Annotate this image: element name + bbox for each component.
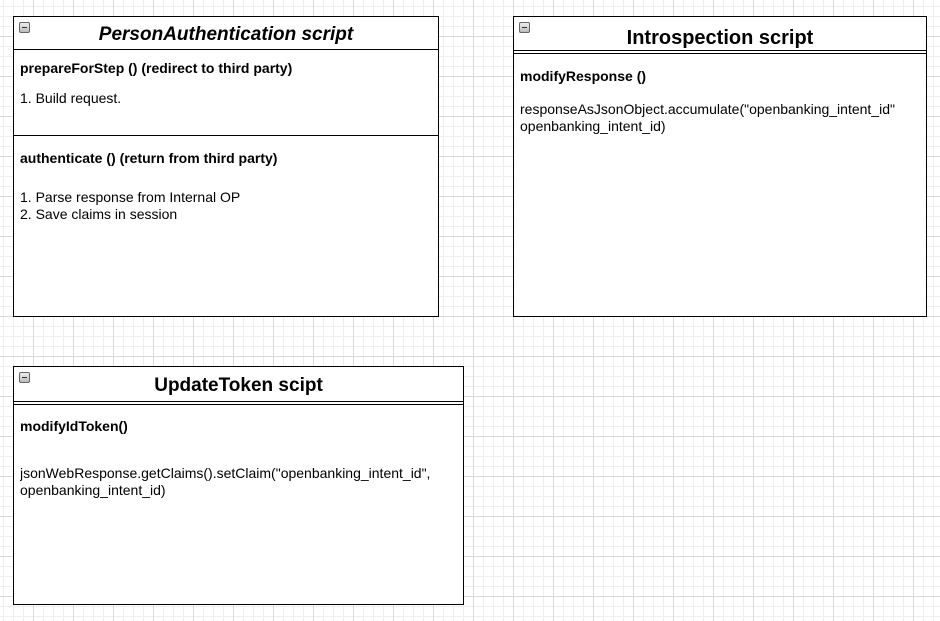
collapse-icon[interactable] [19, 22, 30, 33]
class-title: UpdateToken scipt [154, 375, 323, 396]
introspection-class[interactable]: Introspection script modifyResponse () r… [513, 16, 927, 317]
method-section: modifyResponse () responseAsJsonObject.a… [514, 54, 926, 135]
method-section: modifyIdToken() jsonWebResponse.getClaim… [14, 405, 463, 499]
person-authentication-class[interactable]: PersonAuthentication script prepareForSt… [13, 16, 439, 317]
class-header: Introspection script [514, 17, 926, 54]
code-line: openbanking_intent_id) [520, 118, 666, 134]
step: 1. Build request. [20, 90, 122, 106]
class-header: UpdateToken scipt [14, 367, 463, 405]
step: 1. Parse response from Internal OP [20, 189, 241, 205]
collapse-icon[interactable] [519, 22, 530, 33]
method-name: authenticate () (return from third party… [20, 150, 278, 166]
method-name: modifyResponse () [520, 68, 647, 84]
step: 2. Save claims in session [20, 206, 178, 222]
update-token-class[interactable]: UpdateToken scipt modifyIdToken() jsonWe… [13, 366, 464, 605]
class-title: PersonAuthentication script [98, 24, 354, 45]
method-section: authenticate () (return from third party… [14, 135, 438, 223]
code-line: responseAsJsonObject.accumulate("openban… [520, 101, 895, 117]
method-name: prepareForStep () (redirect to third par… [20, 60, 293, 76]
class-title: Introspection script [626, 27, 814, 49]
code-line: jsonWebResponse.getClaims().setClaim("op… [20, 465, 431, 481]
code-line: openbanking_intent_id) [20, 482, 166, 498]
method-name: modifyIdToken() [20, 418, 128, 434]
method-section: prepareForStep () (redirect to third par… [14, 50, 438, 135]
class-header: PersonAuthentication script [14, 17, 438, 50]
collapse-icon[interactable] [19, 372, 30, 383]
